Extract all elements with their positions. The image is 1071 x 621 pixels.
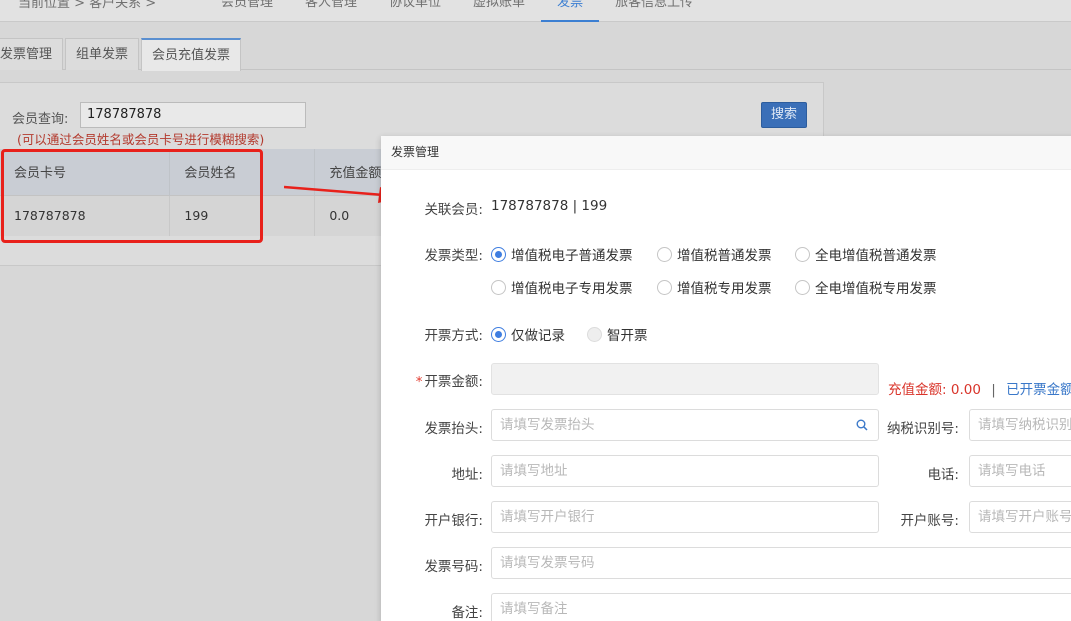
radio-vat-e-special[interactable]: 增值税电子专用发票 — [491, 277, 633, 297]
search-label: 会员查询: — [12, 112, 69, 127]
radio-label: 全电增值税普通发票 — [815, 248, 937, 264]
member-label: 关联会员: — [424, 202, 483, 218]
member-search-input[interactable]: 178787878 — [80, 102, 306, 128]
member-value: 178787878 | 199 — [491, 198, 608, 214]
bank-label: 开户银行: — [424, 513, 483, 529]
phone-label: 电话: — [927, 467, 959, 483]
top-bar: 当前位置 > 客户关系 > 会员管理 客人管理 协议单位 虚拟账单 发票 旅客信… — [0, 0, 1071, 22]
invoice-type-label: 发票类型: — [424, 248, 483, 264]
nav-virtual-bills[interactable]: 虚拟账单 — [457, 0, 541, 22]
nav-member-management[interactable]: 会员管理 — [205, 0, 289, 22]
required-mark: * — [415, 374, 423, 390]
tax-id-label: 纳税识别号: — [886, 421, 959, 437]
radio-unchecked-icon — [795, 279, 810, 295]
amount-input[interactable] — [491, 363, 879, 395]
invoice-title-label: 发票抬头: — [424, 421, 483, 437]
radio-smart-invoice[interactable]: 智开票 — [587, 324, 648, 344]
invoice-number-input[interactable]: 请填写发票号码 — [491, 547, 1071, 579]
radio-checked-icon — [491, 246, 506, 262]
remark-label: 备注: — [451, 605, 483, 621]
sub-tabs: 发票管理 组单发票 会员充值发票 — [0, 38, 1071, 71]
top-nav: 会员管理 客人管理 协议单位 虚拟账单 发票 旅客信息上传 — [205, 0, 709, 22]
radio-label: 智开票 — [607, 328, 648, 344]
radio-unchecked-icon — [491, 279, 506, 295]
search-button[interactable]: 搜索 — [761, 102, 807, 128]
nav-guest-management[interactable]: 客人管理 — [289, 0, 373, 22]
amount-label-text: 开票金额: — [424, 374, 483, 390]
radio-unchecked-icon — [657, 246, 672, 262]
nav-agreement-units[interactable]: 协议单位 — [373, 0, 457, 22]
radio-unchecked-icon — [795, 246, 810, 262]
amount-info: 充值金额: 0.00 | 已开票金额 — [888, 378, 1071, 398]
modal-title: 发票管理 — [381, 136, 1071, 170]
phone-input[interactable]: 请填写电话 — [969, 455, 1071, 487]
invoice-modal: 发票管理 关联会员: 178787878 | 199 发票类型: 增值税电子普通… — [381, 136, 1071, 621]
tax-id-input[interactable]: 请填写纳税识别号 — [969, 409, 1071, 441]
invoice-title-input[interactable]: 请填写发票抬头 — [491, 409, 879, 441]
radio-label: 增值税专用发票 — [677, 281, 772, 297]
invoice-number-label: 发票号码: — [424, 559, 483, 575]
radio-unchecked-icon — [657, 279, 672, 295]
address-input[interactable]: 请填写地址 — [491, 455, 879, 487]
issued-amount-link[interactable]: 已开票金额 — [1006, 382, 1071, 398]
tab-group-invoice[interactable]: 组单发票 — [65, 38, 140, 70]
radio-label: 仅做记录 — [511, 328, 565, 344]
radio-vat-special[interactable]: 增值税专用发票 — [657, 277, 772, 297]
nav-traveler-upload[interactable]: 旅客信息上传 — [599, 0, 709, 22]
recharge-label: 充值金额: — [888, 382, 947, 398]
account-label: 开户账号: — [900, 513, 959, 529]
search-hint: (可以通过会员姓名或会员卡号进行模糊搜索) — [17, 132, 265, 147]
radio-full-e-vat-special[interactable]: 全电增值税专用发票 — [795, 277, 937, 297]
radio-full-e-vat-normal[interactable]: 全电增值税普通发票 — [795, 244, 937, 264]
amount-label: * 开票金额: — [381, 370, 483, 390]
radio-label: 增值税电子普通发票 — [511, 248, 633, 264]
bank-input[interactable]: 请填写开户银行 — [491, 501, 879, 533]
nav-invoice[interactable]: 发票 — [541, 0, 600, 22]
account-input[interactable]: 请填写开户账号 — [969, 501, 1071, 533]
breadcrumb: 当前位置 > 客户关系 > — [18, 0, 157, 11]
highlight-box — [1, 149, 263, 243]
address-label: 地址: — [451, 467, 483, 483]
remark-input[interactable]: 请填写备注 — [491, 593, 1071, 621]
radio-vat-normal[interactable]: 增值税普通发票 — [657, 244, 772, 264]
radio-vat-e-normal[interactable]: 增值税电子普通发票 — [491, 244, 633, 264]
radio-checked-icon — [491, 326, 506, 342]
issue-method-label: 开票方式: — [424, 328, 483, 344]
separator: | — [991, 382, 996, 398]
radio-label: 增值税普通发票 — [677, 248, 772, 264]
page: 当前位置 > 客户关系 > 会员管理 客人管理 协议单位 虚拟账单 发票 旅客信… — [0, 0, 1071, 621]
radio-label: 增值税电子专用发票 — [511, 281, 633, 297]
recharge-value: 0.00 — [950, 382, 981, 398]
radio-label: 全电增值税专用发票 — [815, 281, 937, 297]
invoice-title-placeholder: 请填写发票抬头 — [500, 417, 595, 433]
radio-record-only[interactable]: 仅做记录 — [491, 324, 565, 344]
tab-invoice-management[interactable]: 发票管理 — [0, 38, 64, 70]
tab-member-recharge-invoice[interactable]: 会员充值发票 — [141, 38, 242, 71]
radio-disabled-icon — [587, 326, 602, 342]
